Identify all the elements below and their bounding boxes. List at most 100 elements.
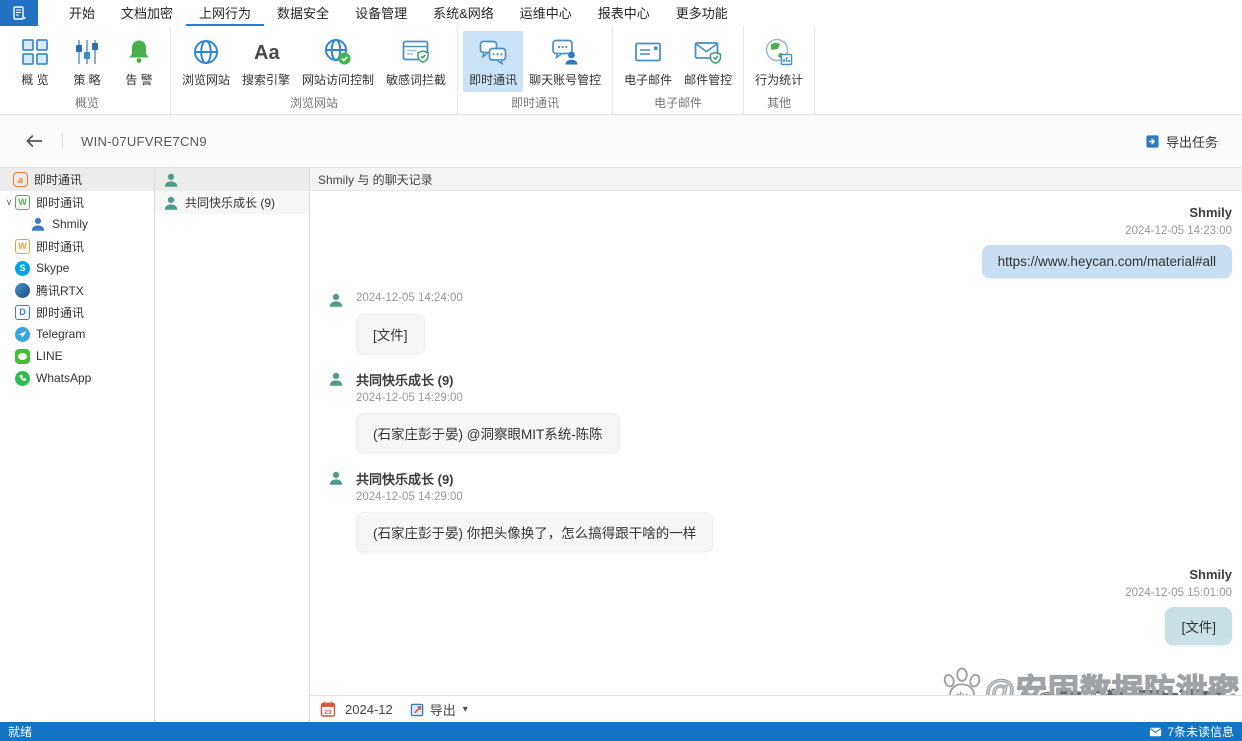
subheader: WIN-07UFVRE7CN9 导出任务: [0, 115, 1242, 168]
globe-stats-icon: [763, 36, 795, 68]
person-icon: [329, 471, 343, 485]
message-bubble[interactable]: (石家庄彭于晏) 你把头像换了，怎么搞得跟干啥的一样: [356, 512, 714, 552]
tree-item-telegram[interactable]: Telegram: [0, 323, 154, 345]
export-tasks-icon: [1145, 134, 1160, 149]
unread-messages[interactable]: 7条未读信息: [1149, 723, 1234, 740]
tree-item-wechat[interactable]: W 即时通讯: [0, 191, 154, 213]
message-time: 2024-12-05 14:23:00: [1125, 225, 1232, 237]
message-time: 2024-12-05 14:24:00: [356, 292, 463, 304]
tree-item-im-root[interactable]: a 即时通讯: [0, 168, 154, 191]
wechat-work-icon: W: [15, 238, 30, 254]
group-label-other: 其他: [767, 96, 792, 110]
message-time: 2024-12-05 14:29:00: [356, 491, 463, 503]
person-icon: [329, 372, 343, 386]
message-bubble[interactable]: [文件]: [356, 314, 425, 354]
main-content: a 即时通讯 W 即时通讯 Shmily W 即时通讯 S S: [0, 168, 1242, 722]
ribbon-group-browse: 浏览网站 Aa 搜索引擎 网站访问控制 敏感词拦截 浏览网站: [171, 26, 459, 114]
whatsapp-icon: [15, 370, 30, 386]
contact-item-group[interactable]: 共同快乐成长 (9): [155, 191, 309, 214]
menu-item-data-security[interactable]: 数据安全: [264, 0, 342, 26]
message-bubble[interactable]: https://www.heycan.com/material#all: [981, 245, 1232, 278]
alert-button[interactable]: 告 警: [113, 31, 165, 92]
unread-count-label: 7条未读信息: [1167, 725, 1234, 739]
menu-item-more[interactable]: 更多功能: [663, 0, 741, 26]
menu-item-device-mgmt[interactable]: 设备管理: [342, 0, 420, 26]
date-filter[interactable]: 2024-12: [345, 702, 393, 717]
envelope-shield-icon: [692, 36, 724, 68]
export-icon: [410, 702, 425, 717]
chat-account-control-button[interactable]: 聊天账号管控: [523, 31, 607, 92]
message-incoming: 2024-12-05 14:24:00 [文件]: [328, 290, 1232, 354]
browse-website-button[interactable]: 浏览网站: [176, 31, 236, 92]
message-time: 2024-12-05 14:29:00: [356, 392, 463, 404]
tree-item-skype[interactable]: S Skype: [0, 257, 154, 279]
tree-item-shmily[interactable]: Shmily: [0, 213, 154, 235]
message-bubble[interactable]: (石家庄彭于晏) @洞察眼MIT系统-陈陈: [356, 413, 620, 453]
wechat-icon: W: [15, 194, 30, 210]
message-outgoing: Shmily 2024-12-05 15:01:00 [文件]: [328, 567, 1232, 645]
chat-messages: Shmily 2024-12-05 14:23:00 https://www.h…: [310, 191, 1242, 695]
message-time: 2024-12-05 15:01:00: [1125, 587, 1232, 599]
chat-panel: Shmily 与 的聊天记录 Shmily 2024-12-05 14:23:0…: [310, 168, 1242, 722]
ribbon-group-overview: 概 览 策 略 告 警 概览: [4, 26, 171, 114]
device-name: WIN-07UFVRE7CN9: [81, 133, 207, 149]
chevron-down-icon[interactable]: [3, 197, 15, 208]
menu-item-report-center[interactable]: 报表中心: [585, 0, 663, 26]
ribbon-group-email: 电子邮件 邮件管控 电子邮件: [613, 26, 745, 114]
group-label-im: 即时通讯: [511, 96, 560, 110]
message-sender: 共同快乐成长 (9): [356, 472, 454, 487]
scroll-right-arrow[interactable]: [1234, 679, 1239, 696]
tree-item-dingtalk[interactable]: D 即时通讯: [0, 301, 154, 323]
person-icon: [31, 217, 45, 231]
site-access-control-button[interactable]: 网站访问控制: [296, 31, 380, 92]
export-button[interactable]: 导出: [410, 700, 468, 719]
tree-item-line[interactable]: LINE: [0, 345, 154, 367]
message-outgoing: Shmily 2024-12-05 14:23:00 https://www.h…: [328, 205, 1232, 278]
back-button[interactable]: [24, 132, 44, 150]
sliders-icon: [71, 36, 103, 68]
tree-item-rtx[interactable]: 腾讯RTX: [0, 279, 154, 301]
ribbon-group-im: 即时通讯 聊天账号管控 即时通讯: [458, 26, 614, 114]
im-a-icon: a: [13, 172, 28, 187]
menu-item-doc-encrypt[interactable]: 文档加密: [108, 0, 186, 26]
menu-item-ops-center[interactable]: 运维中心: [507, 0, 585, 26]
message-sender: Shmily: [1189, 205, 1232, 220]
telegram-icon: [15, 326, 30, 342]
browser-shield-icon: [400, 36, 432, 68]
policy-button[interactable]: 策 略: [61, 31, 113, 92]
chat-header: Shmily 与 的聊天记录: [310, 168, 1242, 191]
mail-control-button[interactable]: 邮件管控: [678, 31, 738, 92]
chat-title: Shmily 与 的聊天记录: [318, 172, 433, 187]
im-button[interactable]: 即时通讯: [463, 31, 524, 92]
calendar-icon[interactable]: 23: [320, 701, 336, 717]
behavior-stats-button[interactable]: 行为统计: [749, 31, 809, 92]
message-incoming: 共同快乐成长 (9) 2024-12-05 14:29:00 (石家庄彭于晏) …: [328, 468, 1232, 552]
ribbon-group-other: 行为统计 其他: [744, 26, 816, 114]
overview-button[interactable]: 概 览: [9, 31, 61, 92]
tree-item-whatsapp[interactable]: WhatsApp: [0, 367, 154, 389]
chat-person-icon: [549, 36, 581, 68]
message-bubble[interactable]: [文件]: [1165, 607, 1232, 645]
contact-list-header[interactable]: [155, 168, 309, 191]
grid-icon: [19, 36, 51, 68]
statusbar: 就绪 7条未读信息: [0, 722, 1242, 741]
menu-item-start[interactable]: 开始: [56, 0, 108, 26]
email-button[interactable]: 电子邮件: [618, 31, 678, 92]
tree-item-wechat-work[interactable]: W 即时通讯: [0, 235, 154, 257]
menu-item-system-network[interactable]: 系统&网络: [420, 0, 507, 26]
chat-bubbles-icon: [477, 36, 509, 68]
ribbon: 概 览 策 略 告 警 概览 浏览网站 Aa 搜索引擎 网站访问控制 敏感词拦截…: [0, 26, 1242, 115]
dingtalk-icon: D: [15, 304, 30, 320]
search-engine-button[interactable]: Aa 搜索引擎: [236, 31, 296, 92]
globe-icon: [190, 36, 222, 68]
svg-text:23: 23: [324, 709, 332, 716]
chat-footer: 23 2024-12 导出: [310, 695, 1242, 722]
sensitive-word-block-button[interactable]: 敏感词拦截: [380, 31, 452, 92]
app-menu-button[interactable]: [0, 0, 38, 26]
divider: [62, 133, 63, 149]
export-tasks-button[interactable]: 导出任务: [1145, 132, 1218, 151]
contact-list: 共同快乐成长 (9): [155, 168, 310, 722]
menu-items: 开始 文档加密 上网行为 数据安全 设备管理 系统&网络 运维中心 报表中心 更…: [56, 0, 741, 26]
envelope-icon: [1149, 727, 1162, 737]
menu-item-web-behavior[interactable]: 上网行为: [186, 0, 265, 26]
